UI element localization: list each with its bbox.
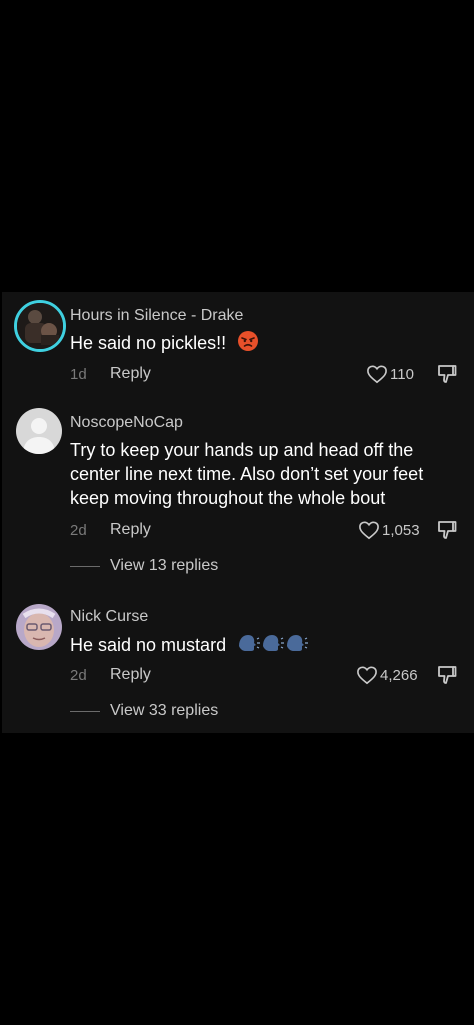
reply-button[interactable]: Reply (110, 365, 151, 383)
like-count: 4,266 (380, 666, 418, 684)
avatar[interactable] (16, 408, 62, 454)
comment-date: 1d (70, 366, 87, 383)
comment-text: He said no mustard (70, 632, 460, 660)
avatar[interactable] (14, 300, 66, 352)
view-replies-button[interactable]: View 33 replies (70, 702, 218, 720)
like-button[interactable]: 110 (366, 363, 414, 385)
heart-icon (357, 666, 377, 685)
reply-divider-line (70, 565, 100, 567)
reply-button[interactable]: Reply (110, 666, 151, 684)
like-button[interactable]: 1,053 (358, 519, 420, 541)
comment-text-content: He said no mustard (70, 634, 227, 655)
comments-panel: Hours in Silence - Drake He said no pick… (2, 292, 474, 733)
angry-face-emoji (237, 330, 259, 358)
heart-icon (367, 365, 387, 384)
comment-date: 2d (70, 522, 87, 539)
dislike-button[interactable] (436, 363, 458, 385)
reply-button[interactable]: Reply (110, 521, 151, 539)
comment-username[interactable]: Hours in Silence - Drake (70, 307, 243, 325)
like-count: 110 (390, 365, 414, 383)
view-replies-label: View 13 replies (110, 557, 219, 574)
like-count: 1,053 (382, 521, 420, 539)
comment-date: 2d (70, 667, 87, 684)
comment-username[interactable]: Nick Curse (70, 608, 148, 626)
thumbs-down-icon (438, 365, 457, 383)
dislike-button[interactable] (436, 519, 458, 541)
comment-text: He said no pickles!! (70, 330, 460, 358)
heart-icon (359, 521, 379, 540)
default-avatar-icon (16, 408, 62, 454)
like-button[interactable]: 4,266 (356, 664, 418, 686)
view-replies-button[interactable]: View 13 replies (70, 557, 218, 575)
thumbs-down-icon (438, 666, 457, 684)
thumbs-down-icon (438, 521, 457, 539)
avatar[interactable] (16, 604, 62, 650)
reply-divider-line (70, 710, 100, 712)
dislike-button[interactable] (436, 664, 458, 686)
profile-photo (16, 604, 62, 650)
comment-text-content: He said no pickles!! (70, 332, 227, 353)
comment-text: Try to keep your hands up and head off t… (70, 440, 424, 508)
speaking-head-emoji (237, 632, 309, 660)
profile-photo (17, 303, 63, 349)
comment-username[interactable]: NoscopeNoCap (70, 414, 183, 432)
view-replies-label: View 33 replies (110, 702, 219, 719)
